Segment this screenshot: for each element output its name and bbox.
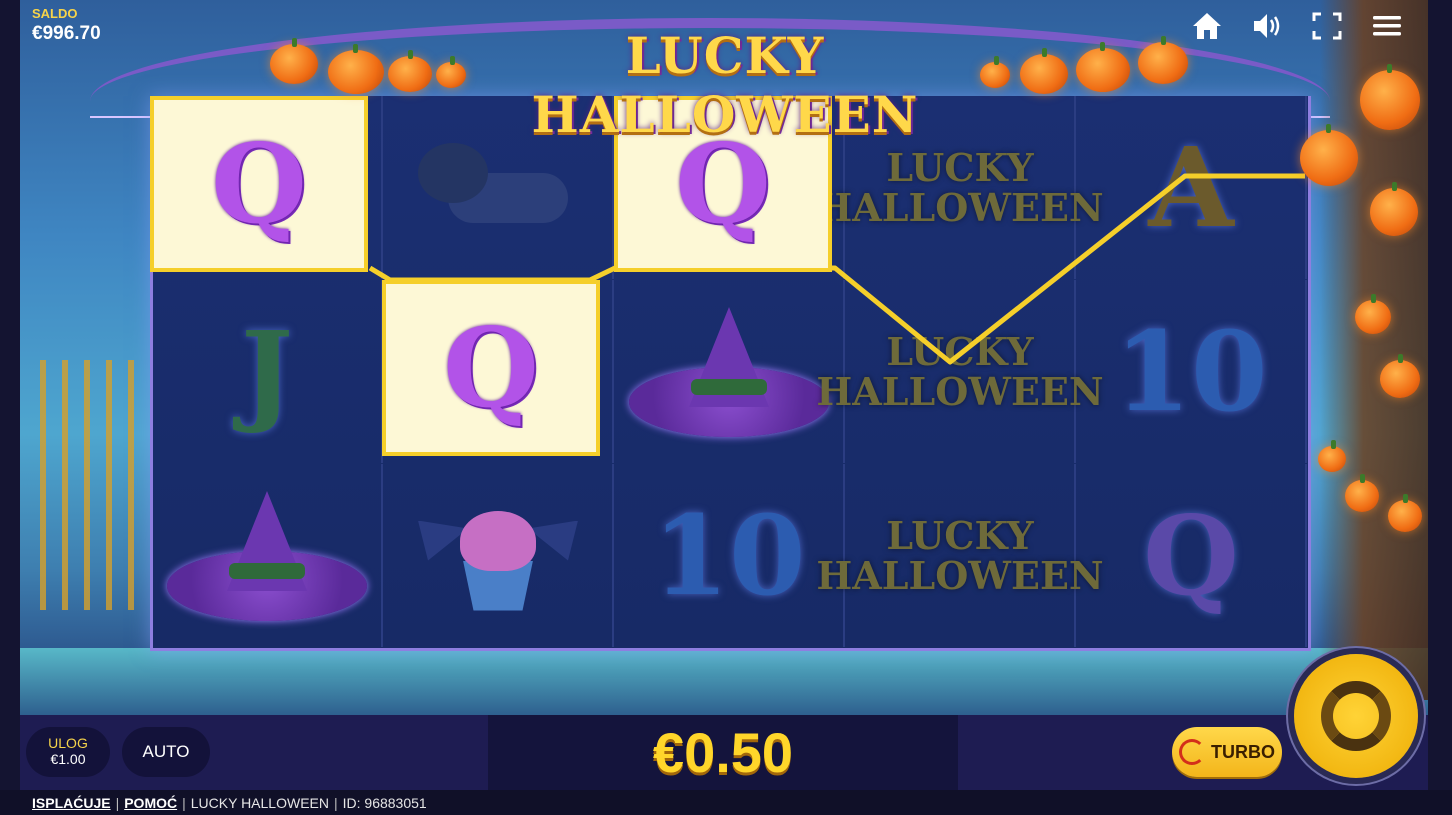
divider: | (115, 794, 120, 811)
bet-button[interactable]: ULOG €1.00 (26, 727, 110, 777)
speaker-icon[interactable] (1250, 10, 1284, 42)
pumpkin-icon (1076, 42, 1130, 92)
pumpkin-icon (1388, 494, 1422, 532)
balance-display: SALDO €996.70 (32, 6, 101, 45)
footer-round-id: ID: 96883051 (342, 794, 427, 811)
home-icon[interactable] (1190, 10, 1224, 42)
pumpkin-icon (436, 56, 466, 88)
game-title-logo: LUCKY HALLOWEEN (531, 26, 919, 144)
paytable-link[interactable]: ISPLAĆUJE (32, 795, 111, 811)
reel-1-row-2-jack-symbol: J (153, 280, 383, 463)
jack-symbol: J (240, 306, 294, 436)
lucky-halloween-logo-symbol: LUCKY HALLOWEEN (816, 328, 1104, 414)
turbo-label: TURBO (1211, 741, 1275, 762)
pumpkin-icon (1370, 182, 1418, 236)
game-area: LUCKY HALLOWEEN SALDO €996.70 Q J Q Q (20, 0, 1428, 790)
queen-symbol: Q (211, 119, 307, 248)
pumpkin-icon (1355, 294, 1391, 334)
witch-hat-icon (167, 481, 367, 631)
reel-2-row-3-bat-cupcake-symbol (384, 464, 614, 647)
lucky-halloween-logo-symbol: LUCKY HALLOWEEN (816, 144, 1104, 230)
reel-4-row-3-logo-symbol: LUCKY HALLOWEEN (816, 464, 1104, 647)
ace-symbol: A (1148, 122, 1234, 252)
divider: | (182, 794, 186, 811)
queen-symbol: Q (675, 119, 771, 248)
divider: | (333, 794, 338, 811)
win-panel: €0.50 (488, 715, 958, 790)
balance-value: €996.70 (32, 23, 101, 44)
spin-icon (1321, 681, 1391, 751)
pumpkin-icon (388, 50, 432, 92)
reel-4-row-2-logo-symbol: LUCKY HALLOWEEN (816, 280, 1104, 463)
pumpkin-icon (1360, 64, 1420, 130)
reel-5-row-3-queen-symbol: Q (1077, 464, 1307, 647)
ten-symbol: 10 (652, 490, 806, 620)
bet-label: ULOG (48, 735, 88, 751)
reel-5-row-2-ten-symbol: 10 (1077, 280, 1307, 463)
pumpkin-icon (1020, 48, 1068, 94)
bat-cupcake-icon (418, 491, 578, 621)
footer-game-name: LUCKY HALLOWEEN (190, 794, 329, 811)
winning-queen-symbol: Q (382, 280, 600, 456)
golden-fence (40, 360, 150, 610)
help-link[interactable]: POMOĆ (124, 795, 177, 811)
footer: ISPLAĆUJE | POMOĆ | LUCKY HALLOWEEN | ID… (0, 790, 1452, 815)
fullscreen-icon[interactable] (1310, 10, 1344, 42)
bet-value: €1.00 (50, 751, 86, 767)
spin-button[interactable] (1294, 654, 1418, 778)
reel-3-row-2-witch-hat-symbol (615, 280, 845, 463)
pumpkin-icon (1300, 124, 1358, 186)
turbo-button[interactable]: TURBO (1172, 727, 1282, 777)
pumpkin-icon (1345, 474, 1379, 512)
reel-3-row-3-ten-symbol: 10 (615, 464, 845, 647)
turbo-icon (1179, 739, 1205, 765)
pumpkin-icon (328, 44, 384, 94)
winning-queen-symbol: Q (150, 96, 368, 272)
queen-symbol: Q (1143, 490, 1239, 620)
reel-1-row-3-witch-hat-symbol (153, 464, 383, 647)
stone-ground (20, 648, 1428, 718)
win-amount: €0.50 (652, 721, 794, 784)
pumpkin-icon (1380, 354, 1420, 398)
pumpkin-icon (1138, 36, 1188, 84)
auto-button[interactable]: AUTO (122, 727, 210, 777)
lucky-halloween-logo-symbol: LUCKY HALLOWEEN (816, 512, 1104, 598)
pumpkin-icon (1318, 440, 1346, 472)
witch-hat-icon (629, 297, 829, 447)
pumpkin-icon (270, 38, 318, 84)
menu-icon[interactable] (1370, 10, 1404, 42)
pumpkin-icon (980, 56, 1010, 88)
reel-5-row-1-ace-symbol: A (1077, 96, 1307, 279)
ten-symbol: 10 (1114, 306, 1268, 436)
balance-label: SALDO (32, 6, 78, 21)
queen-symbol: Q (443, 303, 539, 432)
